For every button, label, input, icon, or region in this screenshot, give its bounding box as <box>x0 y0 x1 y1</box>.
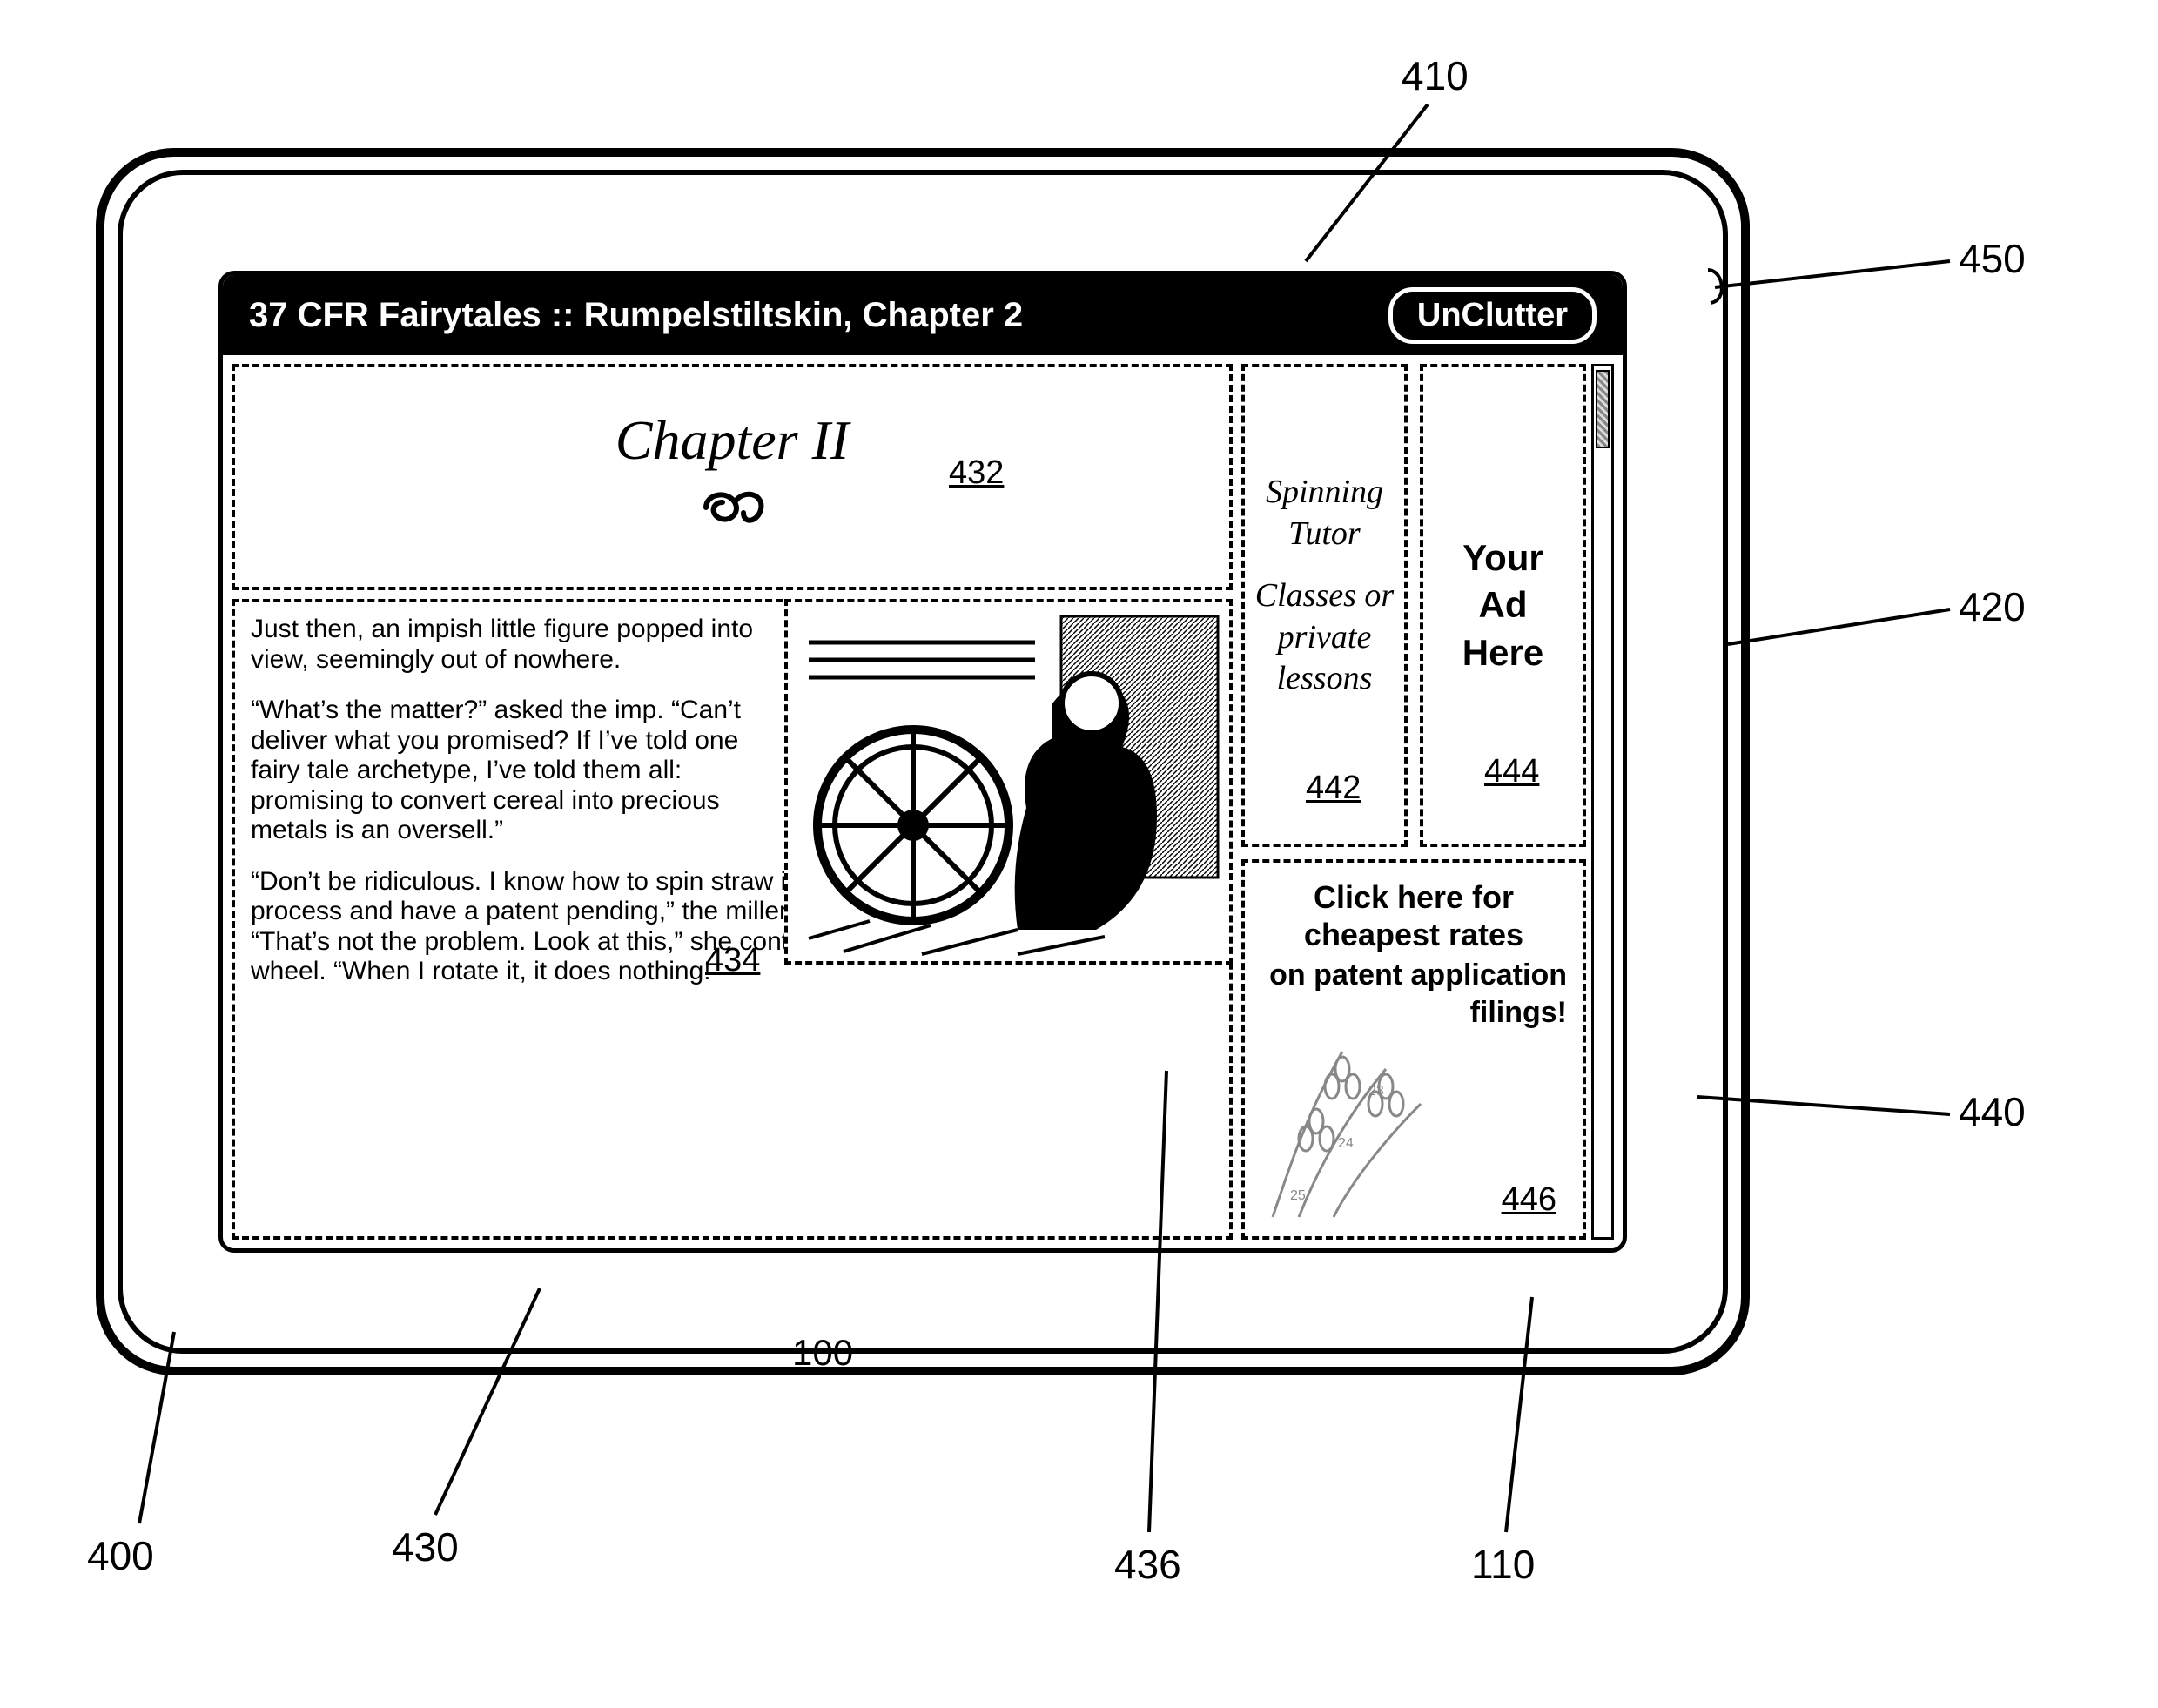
callout-lead-lines <box>0 0 2158 1708</box>
